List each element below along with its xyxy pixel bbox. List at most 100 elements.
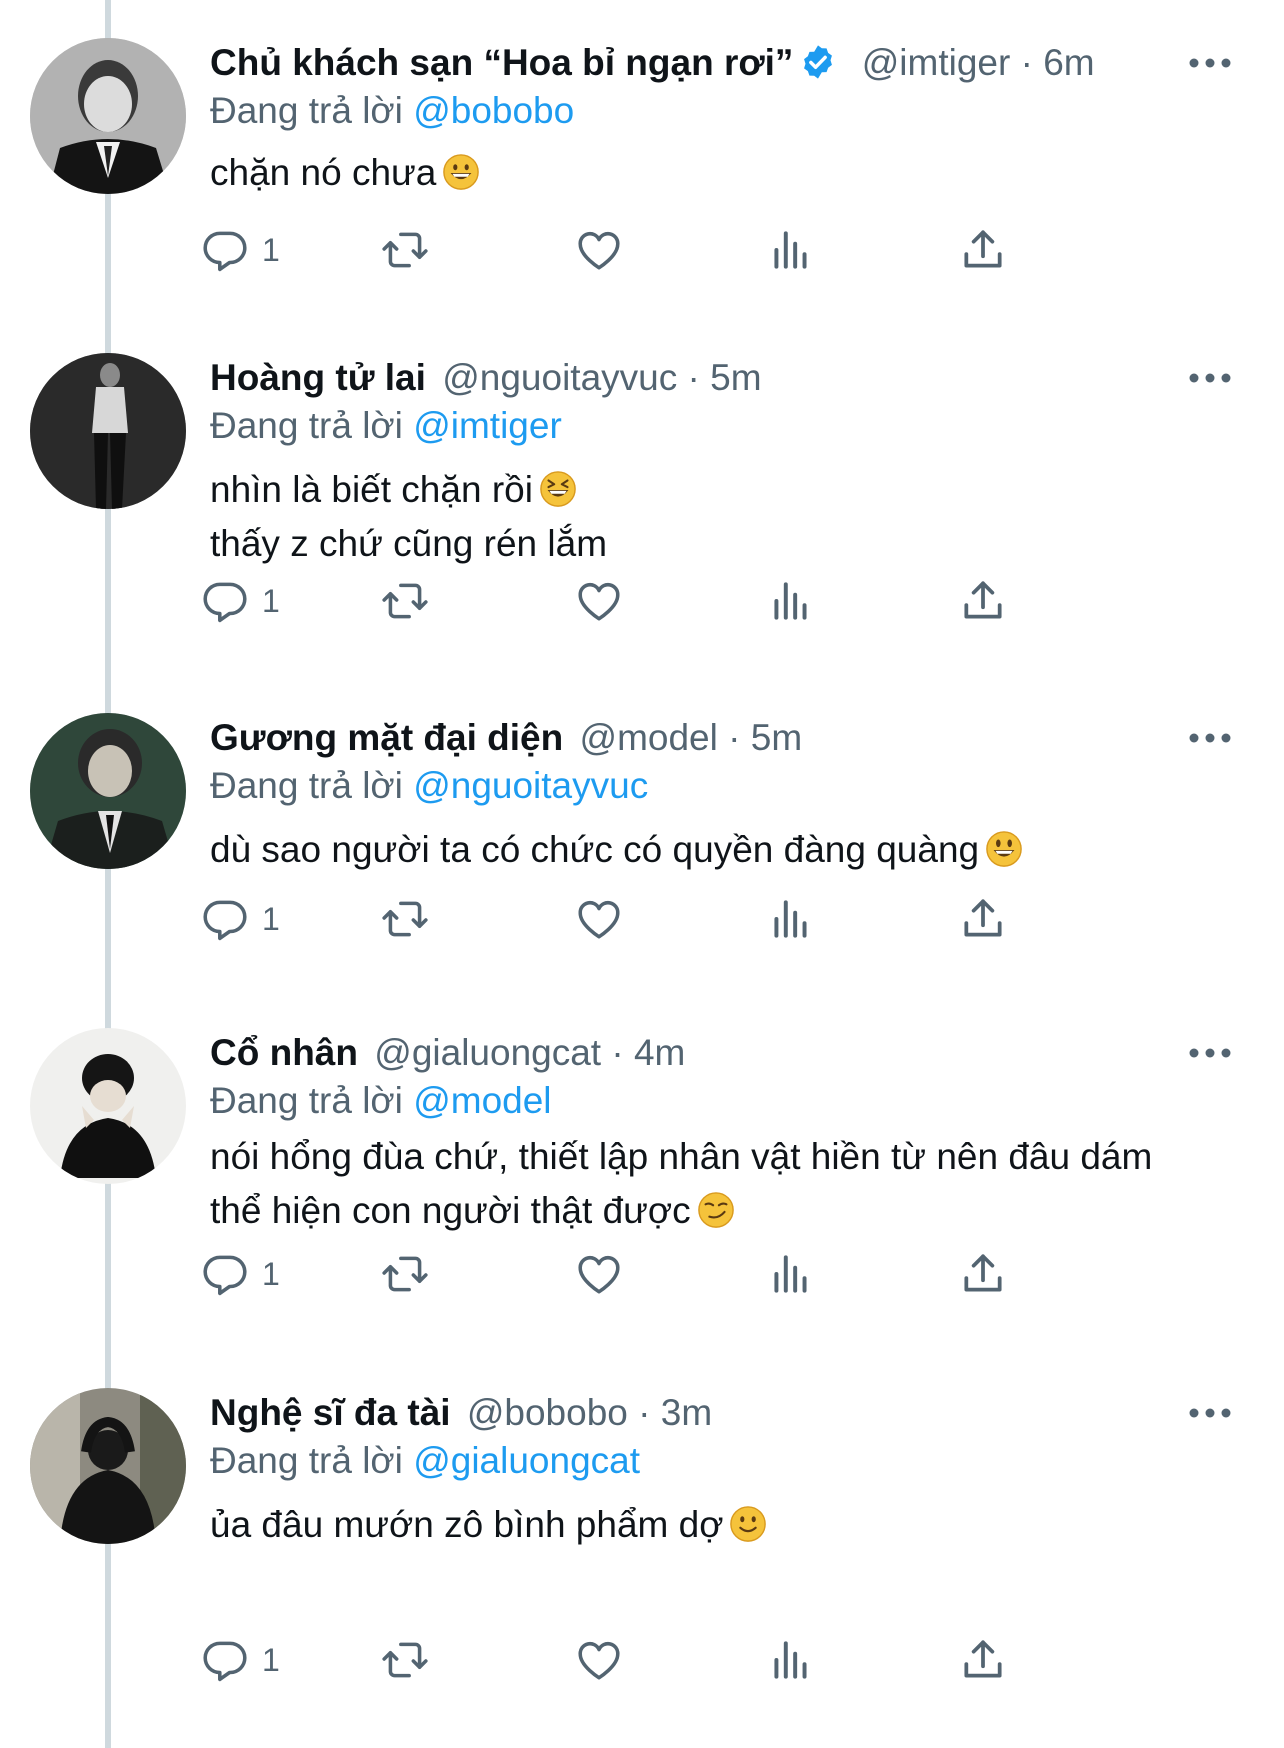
grinning-big-eyes-emoji <box>985 829 1023 867</box>
user-handle[interactable]: @bobobo <box>467 1392 628 1433</box>
views-icon <box>766 576 816 626</box>
retweet-button[interactable] <box>380 891 430 947</box>
avatar[interactable] <box>30 353 186 509</box>
tweet-actions: 1 <box>203 891 1210 947</box>
timestamp[interactable]: 5m <box>751 717 802 758</box>
reply-button[interactable]: 1 <box>200 1632 280 1688</box>
views-button[interactable] <box>766 1246 816 1302</box>
replying-to: Đang trả lời @model <box>210 1076 552 1126</box>
share-button[interactable] <box>958 891 1008 947</box>
reply-icon <box>200 894 250 944</box>
heart-icon <box>574 576 624 626</box>
retweet-button[interactable] <box>380 1246 430 1302</box>
views-icon <box>766 1635 816 1685</box>
views-icon <box>766 894 816 944</box>
avatar[interactable] <box>30 38 186 194</box>
like-button[interactable] <box>574 222 624 278</box>
display-name[interactable]: Chủ khách sạn “Hoa bỉ ngạn rơi” <box>210 42 793 83</box>
retweet-button[interactable] <box>380 1632 430 1688</box>
retweet-button[interactable] <box>380 222 430 278</box>
reply-count: 1 <box>262 231 280 268</box>
reply-button[interactable]: 1 <box>200 222 280 278</box>
replying-to: Đang trả lời @imtiger <box>210 401 562 451</box>
share-icon <box>958 1249 1008 1299</box>
separator-dot: · <box>611 1032 624 1073</box>
timestamp[interactable]: 4m <box>634 1032 685 1073</box>
avatar[interactable] <box>30 713 186 869</box>
reply-button[interactable]: 1 <box>200 573 280 629</box>
like-button[interactable] <box>574 1246 624 1302</box>
user-handle[interactable]: @imtiger <box>862 42 1011 83</box>
share-button[interactable] <box>958 222 1008 278</box>
views-button[interactable] <box>766 222 816 278</box>
tweet-header: Chủ khách sạn “Hoa bỉ ngạn rơi” @imtiger… <box>210 38 1095 88</box>
tweet-header: Gương mặt đại diện @model · 5m <box>210 713 802 763</box>
replying-to-label: Đang trả lời <box>210 1080 403 1121</box>
avatar[interactable] <box>30 1388 186 1544</box>
reply-mention-link[interactable]: @gialuongcat <box>413 1440 640 1481</box>
separator-dot: · <box>1020 42 1033 83</box>
display-name[interactable]: Hoàng tử lai <box>210 357 426 398</box>
heart-icon <box>574 1249 624 1299</box>
slightly-smiling-face-emoji <box>729 1504 767 1542</box>
replying-to-label: Đang trả lời <box>210 765 403 806</box>
share-icon <box>958 576 1008 626</box>
user-handle[interactable]: @model <box>580 717 718 758</box>
reply-mention-link[interactable]: @bobobo <box>413 90 574 131</box>
separator-dot: · <box>728 717 741 758</box>
user-handle[interactable]: @gialuongcat <box>374 1032 601 1073</box>
reply-count: 1 <box>262 1641 280 1678</box>
share-button[interactable] <box>958 1632 1008 1688</box>
tweet-text: ủa đâu mướn zô bình phẩm dợ <box>210 1498 1260 1552</box>
separator-dot: · <box>638 1392 651 1433</box>
views-button[interactable] <box>766 1632 816 1688</box>
share-icon <box>958 1635 1008 1685</box>
verified-badge-icon <box>799 43 837 81</box>
more-icon[interactable] <box>1180 713 1240 763</box>
reply-mention-link[interactable]: @model <box>413 1080 551 1121</box>
tweet-actions: 1 <box>203 222 1210 278</box>
timestamp[interactable]: 6m <box>1043 42 1094 83</box>
retweet-icon <box>380 1635 430 1685</box>
retweet-icon <box>380 1249 430 1299</box>
heart-icon <box>574 225 624 275</box>
tweet-text: chặn nó chưa <box>210 146 1260 200</box>
reply-icon <box>200 225 250 275</box>
reply-mention-link[interactable]: @imtiger <box>413 405 562 446</box>
share-button[interactable] <box>958 1246 1008 1302</box>
retweet-button[interactable] <box>380 573 430 629</box>
reply-button[interactable]: 1 <box>200 891 280 947</box>
tweet-header: Cổ nhân @gialuongcat · 4m <box>210 1028 685 1078</box>
more-icon[interactable] <box>1180 1028 1240 1078</box>
share-button[interactable] <box>958 573 1008 629</box>
tweet-actions: 1 <box>203 1246 1210 1302</box>
tweet-header: Hoàng tử lai @nguoitayvuc · 5m <box>210 353 762 403</box>
reply-mention-link[interactable]: @nguoitayvuc <box>413 765 648 806</box>
views-button[interactable] <box>766 573 816 629</box>
heart-icon <box>574 894 624 944</box>
user-handle[interactable]: @nguoitayvuc <box>442 357 677 398</box>
reply-button[interactable]: 1 <box>200 1246 280 1302</box>
heart-icon <box>574 1635 624 1685</box>
display-name[interactable]: Nghệ sĩ đa tài <box>210 1392 451 1433</box>
display-name[interactable]: Gương mặt đại diện <box>210 717 563 758</box>
avatar[interactable] <box>30 1028 186 1184</box>
display-name[interactable]: Cổ nhân <box>210 1032 358 1073</box>
timestamp[interactable]: 3m <box>661 1392 712 1433</box>
smirking-face-emoji <box>697 1190 735 1228</box>
tweet-text-line: chặn nó chưa <box>210 152 437 193</box>
like-button[interactable] <box>574 891 624 947</box>
views-icon <box>766 1249 816 1299</box>
views-icon <box>766 225 816 275</box>
reply-count: 1 <box>262 900 280 937</box>
views-button[interactable] <box>766 891 816 947</box>
more-icon[interactable] <box>1180 353 1240 403</box>
tweet-text: nhìn là biết chặn rồi thấy z chứ cũng ré… <box>210 463 1260 571</box>
like-button[interactable] <box>574 573 624 629</box>
more-icon[interactable] <box>1180 38 1240 88</box>
grinning-face-emoji <box>442 152 480 190</box>
like-button[interactable] <box>574 1632 624 1688</box>
more-icon[interactable] <box>1180 1388 1240 1438</box>
separator-dot: · <box>687 357 700 398</box>
timestamp[interactable]: 5m <box>710 357 761 398</box>
